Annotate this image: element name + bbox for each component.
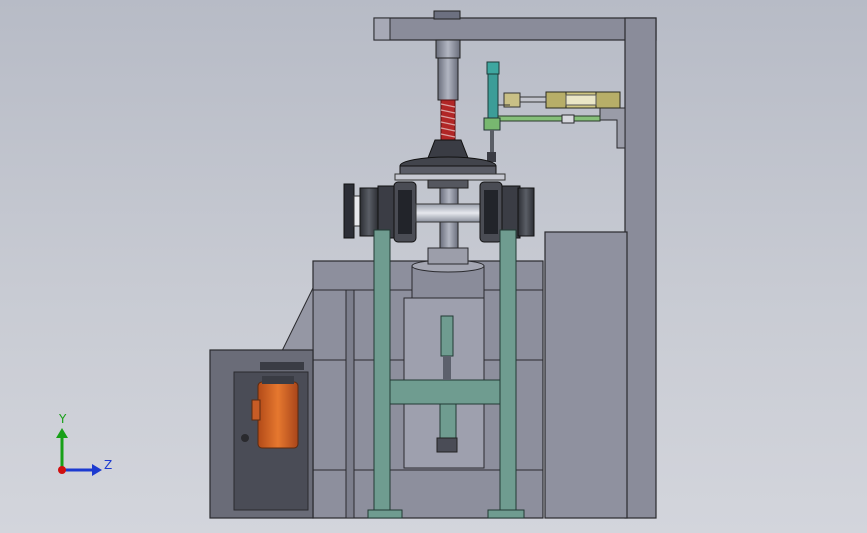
cad-viewport[interactable]: Y Z bbox=[0, 0, 867, 533]
measuring-probe bbox=[483, 61, 510, 162]
view-triad bbox=[56, 428, 102, 476]
z-axis-label: Z bbox=[104, 458, 113, 472]
drive-motor bbox=[251, 376, 299, 449]
pneumatic-cylinder bbox=[503, 91, 621, 109]
cylinder-bracket bbox=[491, 107, 626, 149]
assembly-model bbox=[56, 10, 657, 519]
y-axis-label: Y bbox=[59, 412, 67, 426]
